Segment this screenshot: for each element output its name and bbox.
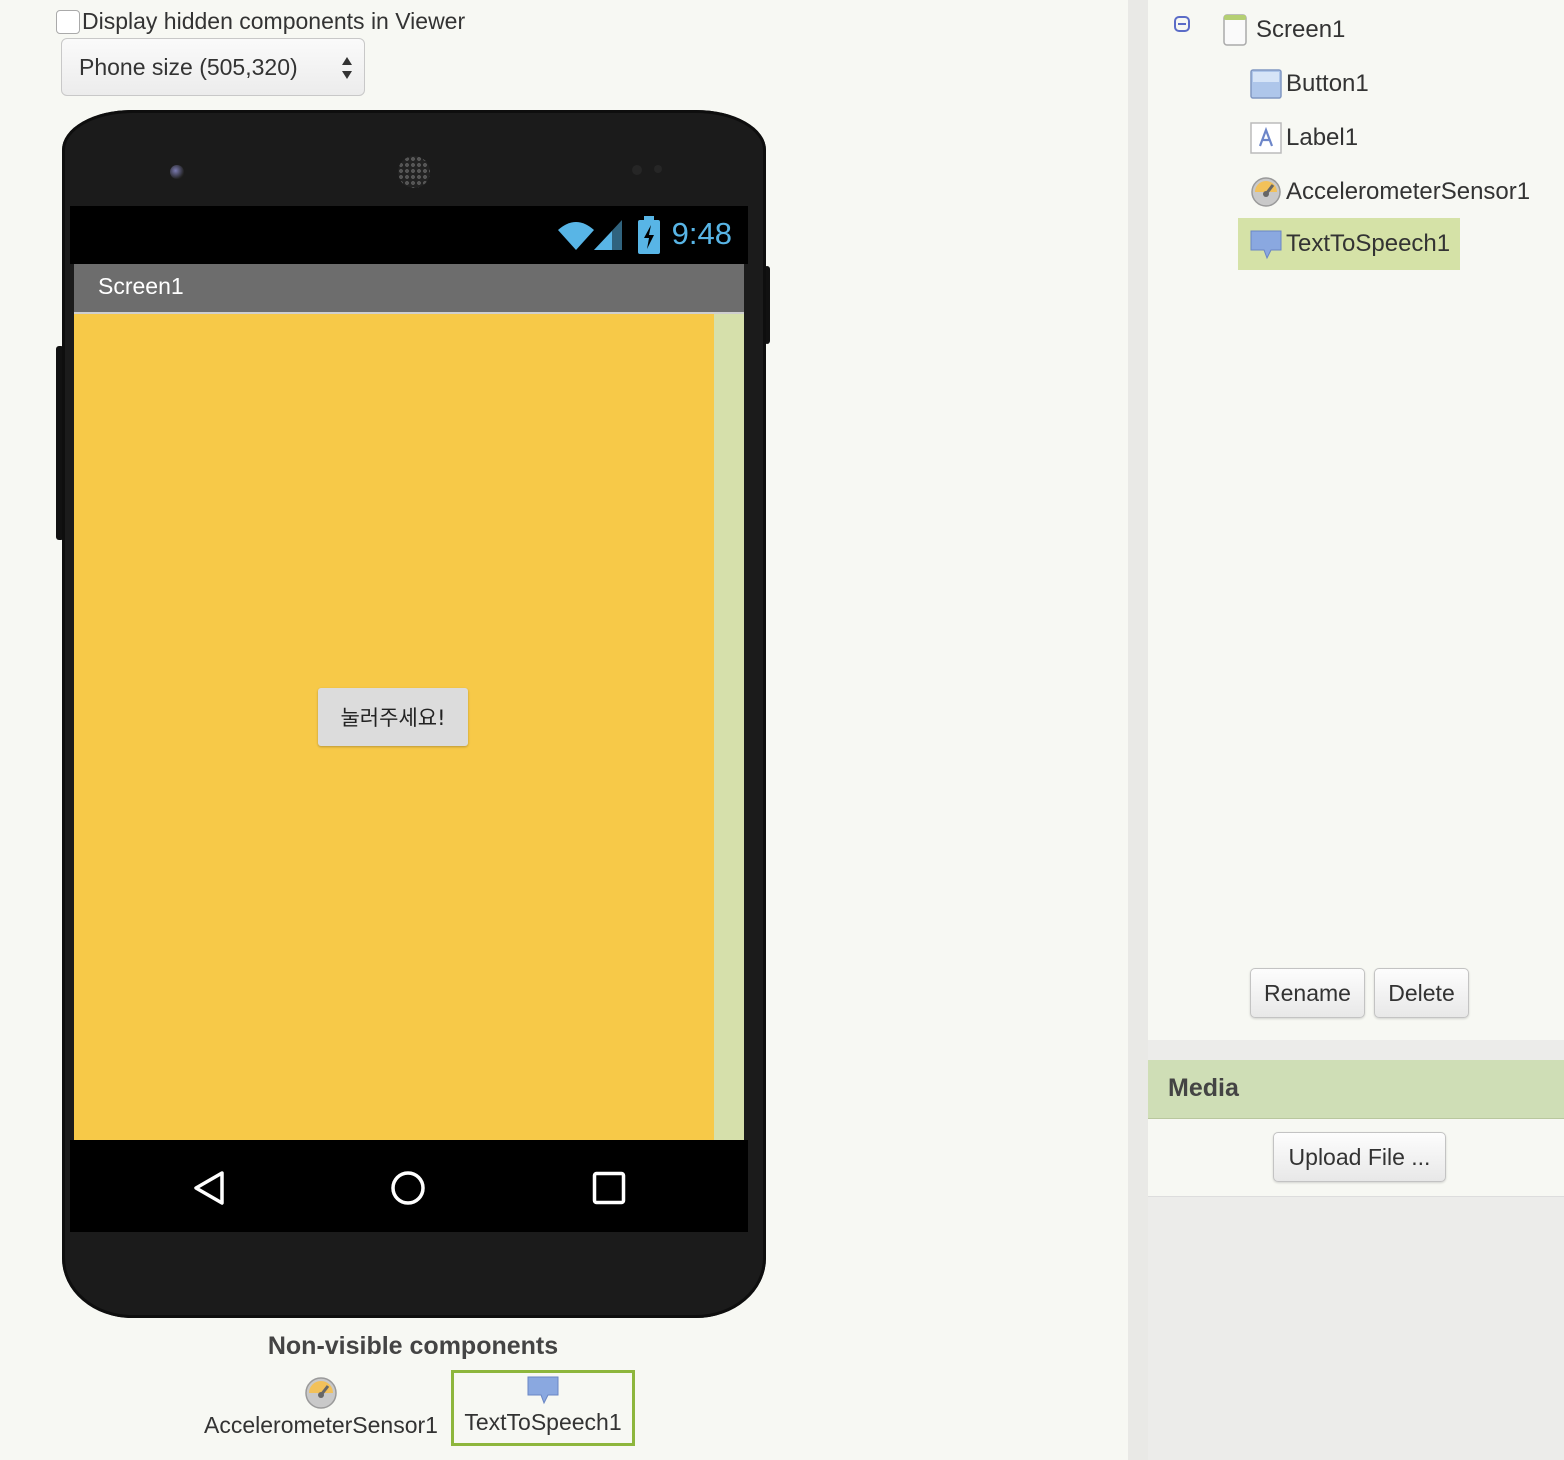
phone-camera [170, 165, 184, 179]
non-visible-title: Non-visible components [267, 1332, 559, 1360]
status-time: 9:48 [671, 216, 732, 251]
phone-nav-bar [70, 1140, 748, 1232]
label-icon [1250, 122, 1282, 154]
tree-item-texttospeech[interactable]: TextToSpeech1 [1238, 218, 1460, 270]
status-bar: 9:48 [70, 206, 748, 264]
rename-button[interactable]: Rename [1250, 968, 1365, 1018]
upload-file-button[interactable]: Upload File ... [1273, 1132, 1446, 1182]
tree-item-accelerometer[interactable]: AccelerometerSensor1 [1250, 170, 1530, 214]
speech-bubble-icon [1250, 230, 1282, 260]
accelerometer-icon [1251, 177, 1281, 207]
screen-title: Screen1 [98, 273, 184, 299]
tree-item-label: Label1 [1286, 124, 1359, 151]
tree-item-label: AccelerometerSensor1 [1286, 178, 1531, 205]
delete-button[interactable]: Delete [1374, 968, 1469, 1018]
display-hidden-checkbox[interactable] [56, 9, 80, 34]
tree-item-label: Screen1 [1256, 16, 1346, 43]
panel-gap [1148, 1040, 1564, 1060]
phone-size-select[interactable]: Phone size (505,320) [61, 38, 365, 96]
tree-item-label: TextToSpeech1 [1286, 230, 1451, 257]
speech-bubble-icon [527, 1376, 559, 1405]
accelerometer-icon [305, 1377, 337, 1409]
phone-speaker [398, 156, 430, 188]
tree-item-label1[interactable]: Label1 [1250, 116, 1358, 160]
back-icon [194, 1171, 224, 1205]
select-arrows-icon [342, 57, 352, 79]
recents-icon [592, 1171, 626, 1205]
phone-sensor [654, 165, 662, 173]
media-header: Media [1148, 1060, 1564, 1119]
collapse-toggle-icon[interactable] [1174, 16, 1190, 32]
home-icon [391, 1171, 425, 1205]
tree-item-screen1[interactable]: Screen1 [1220, 8, 1345, 52]
phone-size-value: Phone size (505,320) [79, 53, 298, 80]
non-visible-label: AccelerometerSensor1 [204, 1412, 438, 1438]
wifi-icon [558, 222, 594, 250]
display-hidden-row[interactable]: Display hidden components in Viewer [56, 8, 465, 35]
battery-icon [638, 216, 660, 254]
media-title: Media [1168, 1074, 1239, 1102]
screen-icon [1223, 14, 1247, 46]
panel-divider[interactable] [1128, 0, 1148, 1460]
non-visible-label: TextToSpeech1 [464, 1409, 622, 1435]
button-icon [1250, 69, 1282, 99]
viewer-panel: Display hidden components in Viewer Phon… [0, 0, 1128, 1460]
screen-title-bar: Screen1 [74, 264, 744, 314]
non-visible-item-accelerometer[interactable]: AccelerometerSensor1 [198, 1376, 444, 1439]
empty-area [1148, 1197, 1564, 1460]
phone-sensor [632, 165, 642, 175]
tree-item-button1[interactable]: Button1 [1250, 62, 1369, 106]
signal-icon [594, 220, 622, 250]
press-me-button[interactable]: 눌러주세요! [318, 688, 468, 746]
display-hidden-label[interactable]: Display hidden components in Viewer [82, 8, 465, 35]
screen-scroll-strip [714, 314, 744, 1140]
non-visible-item-texttospeech[interactable]: TextToSpeech1 [451, 1370, 635, 1446]
tree-item-label: Button1 [1286, 70, 1369, 97]
